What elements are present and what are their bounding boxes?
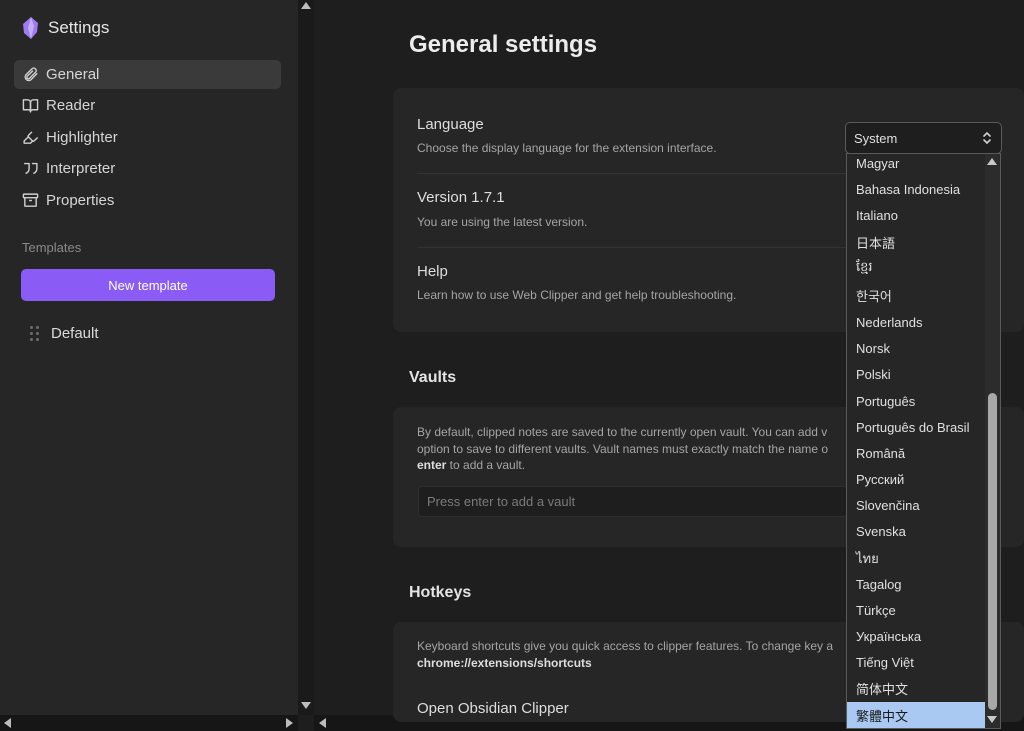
language-setting-desc: Choose the display language for the exte…: [417, 141, 717, 155]
sidebar-scrollbar[interactable]: [298, 0, 314, 715]
sidebar-item-label: Interpreter: [46, 160, 116, 178]
quote-icon: [24, 163, 38, 175]
hotkey-open-clipper-name: Open Obsidian Clipper: [417, 700, 569, 717]
highlighter-icon: [23, 131, 39, 144]
template-item-default[interactable]: Default: [30, 322, 99, 344]
vaults-desc-line1: By default, clipped notes are saved to t…: [417, 425, 828, 439]
hotkeys-desc-line1: Keyboard shortcuts give you quick access…: [417, 639, 834, 653]
version-setting-name: Version 1.7.1: [417, 189, 505, 206]
language-option[interactable]: Tiếng Việt: [847, 649, 987, 675]
language-option[interactable]: Svenska: [847, 518, 987, 544]
divider: [417, 247, 847, 248]
chevron-up-down-icon: [983, 132, 991, 144]
language-option[interactable]: Magyar: [847, 154, 987, 176]
sidebar-item-label: Properties: [46, 191, 115, 209]
language-option[interactable]: 한국어: [847, 282, 987, 308]
language-option[interactable]: ខ្មែរ: [847, 255, 987, 281]
scroll-down-arrow-icon[interactable]: [301, 702, 311, 709]
language-option[interactable]: Norsk: [847, 335, 987, 361]
language-option[interactable]: Bahasa Indonesia: [847, 176, 987, 202]
drag-handle-icon[interactable]: [30, 325, 39, 341]
language-option[interactable]: Italiano: [847, 202, 987, 228]
scroll-left-arrow-icon[interactable]: [319, 718, 326, 728]
language-option[interactable]: Русский: [847, 466, 987, 492]
obsidian-logo-icon: [23, 17, 38, 39]
vaults-desc-line2: option to save to different vaults. Vaul…: [417, 441, 829, 456]
help-setting-desc: Learn how to use Web Clipper and get hel…: [417, 288, 737, 302]
book-open-icon: [22, 99, 39, 113]
language-option-highlighted[interactable]: 繁體中文: [847, 702, 987, 728]
hotkeys-description: Keyboard shortcuts give you quick access…: [417, 638, 847, 671]
vaults-heading: Vaults: [409, 369, 457, 386]
sidebar-item-properties[interactable]: Properties: [14, 186, 281, 215]
brand: Settings: [22, 17, 109, 39]
language-option[interactable]: 简体中文: [847, 675, 987, 701]
sidebar-title: Settings: [48, 18, 110, 37]
shortcuts-link[interactable]: chrome://extensions/shortcuts: [417, 656, 592, 670]
help-setting-name: Help: [417, 263, 448, 280]
sidebar: Settings General Reader Highlighter Inte…: [0, 0, 298, 715]
divider: [417, 173, 847, 174]
sidebar-item-interpreter[interactable]: Interpreter: [14, 154, 281, 183]
vaults-description: By default, clipped notes are saved to t…: [417, 424, 847, 474]
vaults-desc-line3: enter to add a vault.: [417, 457, 847, 474]
language-setting-name: Language: [417, 116, 484, 133]
sidebar-nav: General Reader Highlighter Interpreter P…: [14, 60, 281, 217]
sidebar-item-label: Highlighter: [46, 128, 118, 146]
language-select[interactable]: System: [845, 122, 1002, 154]
sidebar-horizontal-scrollbar[interactable]: [0, 715, 298, 731]
sidebar-item-label: General: [46, 66, 100, 83]
vaults-desc-line3-rest: to add a vault.: [446, 458, 526, 472]
language-option[interactable]: Türkçe: [847, 597, 987, 623]
language-option[interactable]: 日本語: [847, 229, 987, 255]
paperclip-icon: [24, 67, 38, 82]
dropdown-scrollbar-thumb[interactable]: [988, 393, 997, 710]
sidebar-item-general[interactable]: General: [14, 60, 281, 89]
language-option[interactable]: ไทย: [847, 545, 987, 571]
language-option[interactable]: Slovenčina: [847, 492, 987, 518]
language-option[interactable]: Nederlands: [847, 309, 987, 335]
language-option[interactable]: Português do Brasil: [847, 414, 987, 440]
language-select-value: System: [854, 130, 898, 146]
vault-name-input[interactable]: [418, 486, 848, 517]
scroll-left-arrow-icon[interactable]: [4, 718, 11, 728]
archive-icon: [22, 192, 39, 207]
hotkeys-heading: Hotkeys: [409, 584, 472, 601]
page-title: General settings: [409, 31, 598, 58]
templates-heading: Templates: [22, 240, 82, 255]
scroll-up-arrow-icon[interactable]: [987, 158, 997, 165]
language-dropdown-list: Magyar Bahasa Indonesia Italiano 日本語 ខ្ម…: [846, 153, 1001, 729]
sidebar-item-label: Reader: [46, 97, 96, 115]
language-option[interactable]: Português: [847, 388, 987, 414]
scroll-right-arrow-icon[interactable]: [286, 718, 293, 728]
version-setting-desc: You are using the latest version.: [417, 215, 588, 229]
scroll-up-arrow-icon[interactable]: [301, 2, 311, 9]
new-template-button[interactable]: New template: [21, 269, 275, 301]
language-option[interactable]: Українська: [847, 623, 987, 649]
scroll-down-arrow-icon[interactable]: [987, 716, 997, 723]
sidebar-item-highlighter[interactable]: Highlighter: [14, 123, 281, 152]
language-option[interactable]: Tagalog: [847, 571, 987, 597]
template-label: Default: [51, 324, 99, 342]
language-option[interactable]: Română: [847, 440, 987, 466]
language-option[interactable]: Polski: [847, 361, 987, 387]
enter-keyword: enter: [417, 458, 447, 472]
sidebar-item-reader[interactable]: Reader: [14, 91, 281, 120]
